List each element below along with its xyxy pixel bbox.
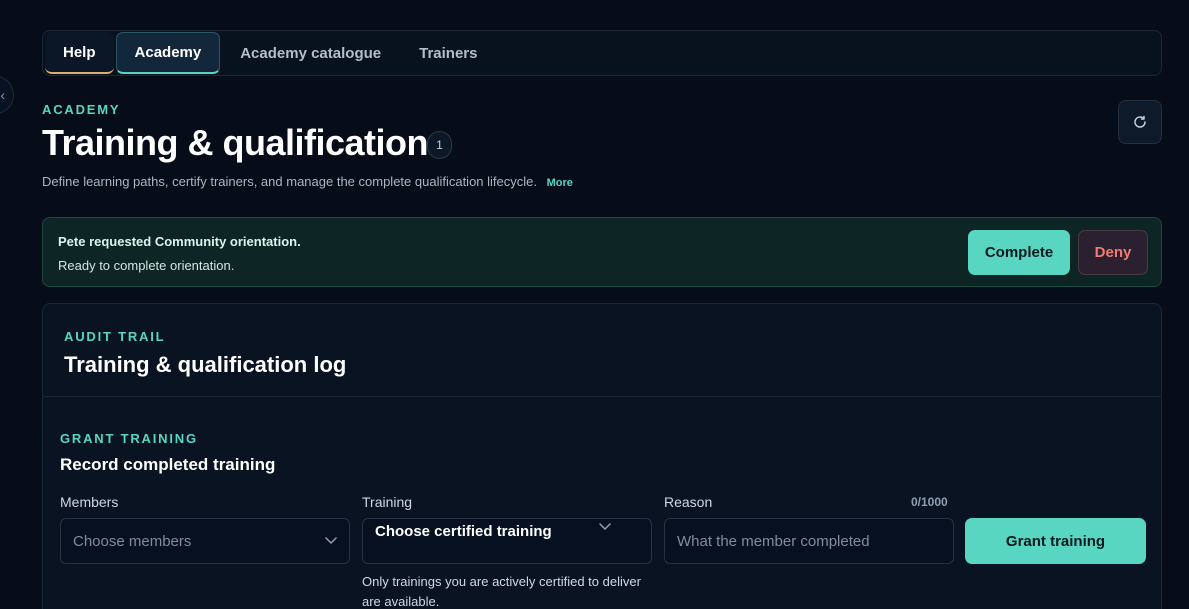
members-select[interactable]: Choose members (60, 518, 350, 564)
tab-help[interactable]: Help (45, 32, 114, 74)
orientation-request-notice: Pete requested Community orientation. Re… (42, 217, 1162, 287)
audit-trail-card: AUDIT TRAIL Training & qualification log… (42, 303, 1162, 609)
notice-title: Pete requested Community orientation. (58, 234, 301, 249)
count-badge: 1 (427, 131, 452, 159)
sidebar-collapse-toggle[interactable]: ‹ (0, 76, 14, 114)
members-placeholder: Choose members (73, 533, 192, 550)
page-subtitle: Define learning paths, certify trainers,… (42, 174, 573, 189)
training-label: Training (362, 494, 413, 510)
reason-input[interactable]: What the member completed (664, 518, 954, 564)
tab-trainers[interactable]: Trainers (401, 32, 495, 74)
grant-title: Record completed training (60, 455, 276, 474)
reason-label: Reason (664, 494, 713, 510)
training-hint: Only trainings you are actively certifie… (362, 574, 641, 609)
card-divider (43, 396, 1161, 397)
audit-title: Training & qualification log (64, 352, 347, 377)
section-eyebrow: ACADEMY (42, 102, 121, 117)
reason-placeholder: What the member completed (677, 533, 870, 550)
grant-training-button[interactable]: Grant training (965, 518, 1146, 564)
training-select[interactable]: Choose certified training (362, 518, 652, 564)
page-title: Training & qualifications (42, 122, 448, 163)
chevron-down-icon (599, 523, 611, 531)
complete-button[interactable]: Complete (968, 230, 1070, 275)
grant-eyebrow: GRANT TRAINING (60, 431, 198, 446)
top-tab-bar: Help Academy Academy catalogue Trainers (42, 30, 1162, 76)
more-link[interactable]: More (547, 177, 573, 189)
members-label: Members (60, 494, 119, 510)
chevron-down-icon (325, 537, 337, 545)
notice-body: Ready to complete orientation. (58, 258, 235, 273)
refresh-button[interactable] (1118, 100, 1162, 144)
deny-button[interactable]: Deny (1078, 230, 1148, 275)
tab-academy-catalogue[interactable]: Academy catalogue (222, 32, 399, 74)
audit-eyebrow: AUDIT TRAIL (64, 329, 166, 344)
chevron-left-icon: ‹ (0, 87, 5, 103)
training-selected-value: Choose certified training (375, 523, 552, 540)
refresh-icon (1134, 115, 1146, 128)
tab-academy[interactable]: Academy (115, 32, 221, 74)
reason-char-count: 0/1000 (911, 495, 948, 509)
subtitle-text: Define learning paths, certify trainers,… (42, 174, 537, 189)
